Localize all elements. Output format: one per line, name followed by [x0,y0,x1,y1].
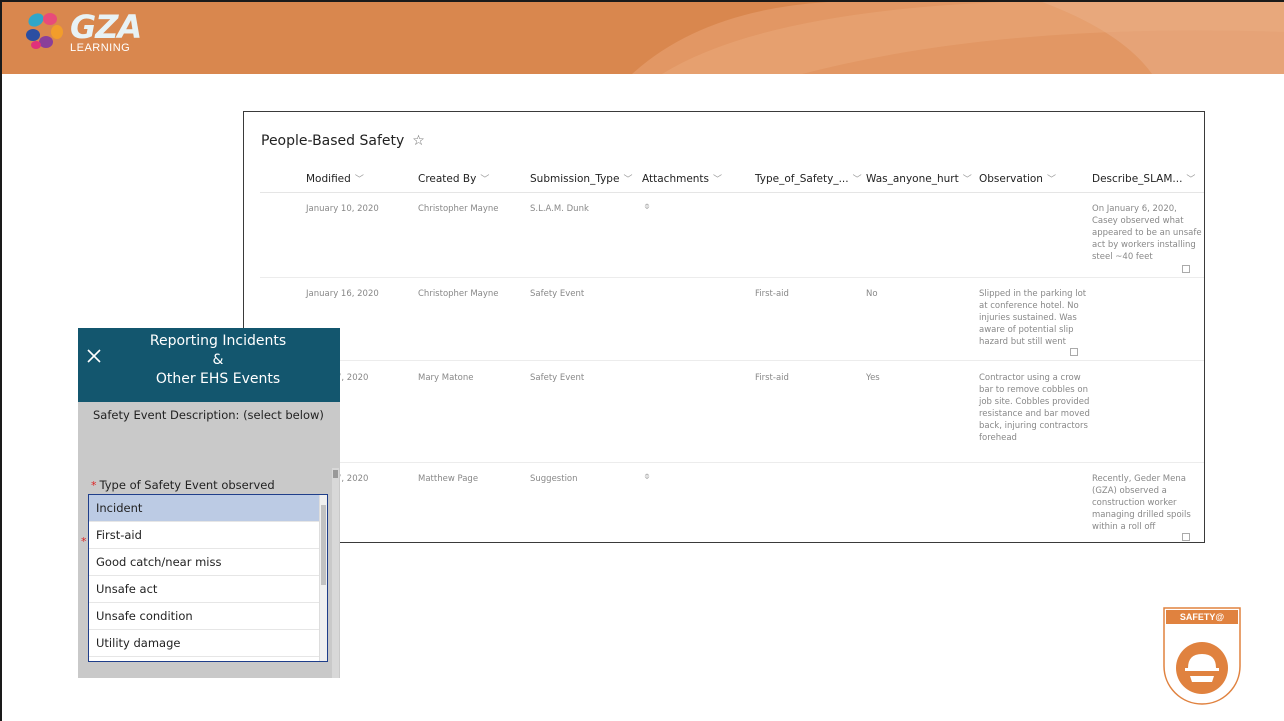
cell-was-anyone-hurt: No [866,289,878,299]
cell-modified: 7, 2020 [336,373,369,383]
dropdown-option-good-catch[interactable]: Good catch/near miss [89,549,319,576]
power-app-form: Reporting Incidents & Other EHS Events S… [78,328,340,678]
cell-observation: Contractor using a crow bar to remove co… [979,373,1090,443]
expand-icon[interactable] [1070,348,1078,356]
cell-describe: Recently, Geder Mena (GZA) observed a co… [1092,474,1191,532]
column-header-type-of-safety[interactable]: Type_of_Safety_... ﹀ [755,172,862,185]
header-divider [260,192,1204,193]
cell-submission-type: Safety Event [530,289,585,299]
app-header: Reporting Incidents & Other EHS Events [78,328,340,402]
column-header-was-anyone-hurt[interactable]: Was_anyone_hurt ﹀ [866,172,972,185]
cell-created-by: Matthew Page [418,474,479,484]
cell-modified: January 10, 2020 [306,204,379,214]
cell-created-by: Christopher Mayne [418,204,499,214]
chevron-down-icon: ﹀ [480,175,490,185]
section-label: Safety Event Description: (select below) [93,408,324,422]
chevron-down-icon: ﹀ [623,175,633,185]
cell-describe: On January 6, 2020, Casey observed what … [1092,204,1202,262]
column-header-submission-type[interactable]: Submission_Type ﹀ [530,172,632,185]
column-header-attachments[interactable]: Attachments ﹀ [642,172,722,185]
dropdown-option-unsafe-condition[interactable]: Unsafe condition [89,603,319,630]
row-divider [260,462,1204,463]
chevron-down-icon: ﹀ [354,175,364,185]
scrollbar-thumb[interactable] [333,470,338,478]
badge-label: SAFETY@ [1180,612,1225,622]
required-marker: * [91,479,97,492]
chevron-down-icon: ﹀ [962,175,972,185]
header-banner: GZA LEARNING [2,2,1284,74]
cell-type-of-safety: First-aid [755,289,789,299]
chevron-down-icon: ﹀ [713,175,723,185]
cell-type-of-safety: First-aid [755,373,789,383]
list-title-text: People-Based Safety [261,133,405,149]
app-title-line: Other EHS Events [155,371,281,387]
sharepoint-list: People-Based Safety ☆ Modified ﹀ Created … [243,111,1205,543]
row-divider [260,277,1204,278]
column-header-modified[interactable]: Modified ﹀ [306,172,364,185]
cell-observation: Slipped in the parking lot at conference… [979,289,1087,347]
column-header-describe-slam[interactable]: Describe_SLAM... ﹀ [1092,172,1195,185]
favorite-star-icon[interactable]: ☆ [412,133,425,149]
safety-badge: SAFETY@ [1163,607,1241,705]
close-icon[interactable] [86,348,102,364]
cell-created-by: Christopher Mayne [418,289,499,299]
dropdown-option-unsafe-act[interactable]: Unsafe act [89,576,319,603]
app-title-line: & [212,352,224,368]
column-header-created-by[interactable]: Created By ﹀ [418,172,489,185]
dropdown-option-incident[interactable]: Incident [89,495,319,522]
column-header-observation[interactable]: Observation ﹀ [979,172,1056,185]
paperclip-icon[interactable]: ⌽ [644,201,650,212]
cell-submission-type: S.L.A.M. Dunk [530,204,589,214]
app-title: Reporting Incidents & Other EHS Events [118,332,318,389]
banner-swoosh-decoration [632,2,1284,74]
field-label: * Type of Safety Event observed [91,478,275,492]
row-divider [260,360,1204,361]
cell-was-anyone-hurt: Yes [866,373,880,383]
dropdown-option-utility-damage[interactable]: Utility damage [89,630,319,657]
safety-event-type-dropdown[interactable]: Incident First-aid Good catch/near miss … [88,494,328,662]
gza-logo: GZA LEARNING [24,8,142,54]
dropdown-option-first-aid[interactable]: First-aid [89,522,319,549]
chevron-down-icon: ﹀ [852,175,862,185]
slide: GZA LEARNING People-Based Safety ☆ Modif… [0,0,1284,721]
cell-submission-type: Suggestion [530,474,578,484]
scrollbar-thumb[interactable] [321,505,326,585]
required-marker: * [81,535,87,548]
expand-icon[interactable] [1182,265,1190,273]
cell-submission-type: Safety Event [530,373,585,383]
expand-icon[interactable] [1182,533,1190,541]
dropdown-scrollbar[interactable] [319,495,327,661]
app-title-line: Reporting Incidents [149,333,287,349]
logo-wordmark: GZA [70,8,142,46]
paperclip-icon[interactable]: ⌽ [644,471,650,482]
list-title: People-Based Safety ☆ [261,133,425,149]
form-scrollbar[interactable] [332,468,339,678]
chevron-down-icon: ﹀ [1046,175,1056,185]
cell-modified: January 16, 2020 [306,289,379,299]
chevron-down-icon: ﹀ [1186,175,1196,185]
cell-modified: 7, 2020 [336,474,369,484]
flower-logo-icon [26,13,63,49]
cell-created-by: Mary Matone [418,373,474,383]
